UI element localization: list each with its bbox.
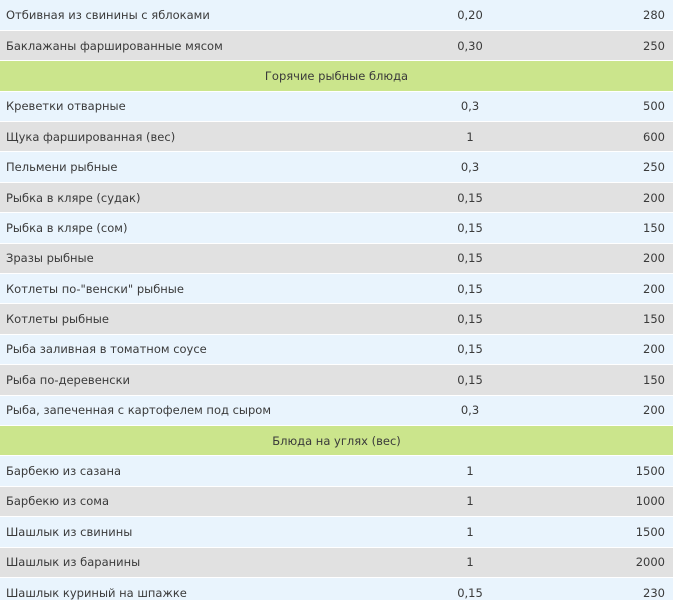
dish-weight: 0,3 — [380, 91, 560, 123]
dish-price: 200 — [560, 243, 673, 275]
dish-weight: 1 — [380, 455, 560, 487]
dish-name: Щука фаршированная (вес) — [0, 121, 380, 153]
dish-name: Шашлык из баранины — [0, 547, 380, 578]
dish-name: Креветки отварные — [0, 91, 380, 123]
dish-weight: 0,3 — [380, 395, 560, 426]
dish-price: 200 — [560, 395, 673, 426]
dish-name: Пельмени рыбные — [0, 151, 380, 183]
dish-price: 250 — [560, 151, 673, 183]
table-row: Щука фаршированная (вес) 1 600 — [0, 121, 673, 153]
dish-price: 2000 — [560, 547, 673, 578]
dish-name: Зразы рыбные — [0, 243, 380, 275]
table-row: Шашлык из свинины 1 1500 — [0, 516, 673, 548]
dish-price: 150 — [560, 364, 673, 396]
table-row: Рыба по-деревенски 0,15 150 — [0, 364, 673, 396]
dish-name: Баклажаны фаршированные мясом — [0, 30, 380, 62]
dish-weight: 1 — [380, 516, 560, 548]
dish-price: 1000 — [560, 486, 673, 518]
menu-price-table: Отбивная из свинины с яблоками 0,20 280 Бак… — [0, 0, 673, 600]
dish-name: Рыбка в кляре (судак) — [0, 182, 380, 214]
table-row: Баклажаны фаршированные мясом 0,30 250 — [0, 30, 673, 62]
dish-weight: 0,15 — [380, 182, 560, 214]
dish-weight: 0,15 — [380, 273, 560, 305]
table-row: Шашлык куриный на шпажке 0,15 230 — [0, 577, 673, 600]
table-row: Рыба заливная в томатном соусе 0,15 200 — [0, 334, 673, 366]
dish-price: 150 — [560, 303, 673, 335]
dish-weight: 0,15 — [380, 243, 560, 275]
dish-name: Барбекю из сазана — [0, 455, 380, 487]
dish-weight: 0,15 — [380, 577, 560, 600]
dish-name: Отбивная из свинины с яблоками — [0, 0, 380, 31]
dish-price: 150 — [560, 212, 673, 244]
table-row: Котлеты по-"венски" рыбные 0,15 200 — [0, 273, 673, 305]
menu-table-body: Отбивная из свинины с яблоками 0,20 280 Бак… — [0, 0, 673, 600]
table-row: Зразы рыбные 0,15 200 — [0, 243, 673, 275]
dish-price: 600 — [560, 121, 673, 153]
dish-price: 500 — [560, 91, 673, 123]
dish-name: Рыба по-деревенски — [0, 364, 380, 396]
dish-name: Барбекю из сома — [0, 486, 380, 518]
dish-weight: 0,15 — [380, 364, 560, 396]
dish-name: Котлеты рыбные — [0, 303, 380, 335]
table-row: Барбекю из сазана 1 1500 — [0, 455, 673, 487]
table-row: Пельмени рыбные 0,3 250 — [0, 151, 673, 183]
table-row: Шашлык из баранины 1 2000 — [0, 547, 673, 578]
dish-weight: 1 — [380, 121, 560, 153]
table-row: Креветки отварные 0,3 500 — [0, 91, 673, 123]
table-row: Рыбка в кляре (судак) 0,15 200 — [0, 182, 673, 214]
table-row: Барбекю из сома 1 1000 — [0, 486, 673, 518]
dish-weight: 0,15 — [380, 303, 560, 335]
dish-name: Шашлык из свинины — [0, 516, 380, 548]
dish-weight: 1 — [380, 486, 560, 518]
dish-price: 280 — [560, 0, 673, 31]
table-row: Рыба, запеченная с картофелем под сыром 0… — [0, 395, 673, 426]
dish-weight: 0,15 — [380, 212, 560, 244]
section-header-row: Блюда на углях (вес) — [0, 425, 673, 457]
dish-price: 200 — [560, 334, 673, 366]
dish-name: Рыба заливная в томатном соусе — [0, 334, 380, 366]
dish-price: 1500 — [560, 516, 673, 548]
dish-price: 1500 — [560, 455, 673, 487]
dish-name: Шашлык куриный на шпажке — [0, 577, 380, 600]
dish-price: 200 — [560, 182, 673, 214]
table-row: Котлеты рыбные 0,15 150 — [0, 303, 673, 335]
dish-weight: 1 — [380, 547, 560, 578]
dish-weight: 0,15 — [380, 334, 560, 366]
dish-weight: 0,20 — [380, 0, 560, 31]
section-title: Блюда на углях (вес) — [0, 425, 673, 457]
dish-price: 250 — [560, 30, 673, 62]
section-title: Горячие рыбные блюда — [0, 60, 673, 92]
dish-weight: 0,30 — [380, 30, 560, 62]
dish-name: Рыба, запеченная с картофелем под сыром — [0, 395, 380, 426]
dish-price: 230 — [560, 577, 673, 600]
table-row: Рыбка в кляре (сом) 0,15 150 — [0, 212, 673, 244]
table-row: Отбивная из свинины с яблоками 0,20 280 — [0, 0, 673, 31]
dish-price: 200 — [560, 273, 673, 305]
dish-name: Котлеты по-"венски" рыбные — [0, 273, 380, 305]
dish-name: Рыбка в кляре (сом) — [0, 212, 380, 244]
section-header-row: Горячие рыбные блюда — [0, 60, 673, 92]
dish-weight: 0,3 — [380, 151, 560, 183]
